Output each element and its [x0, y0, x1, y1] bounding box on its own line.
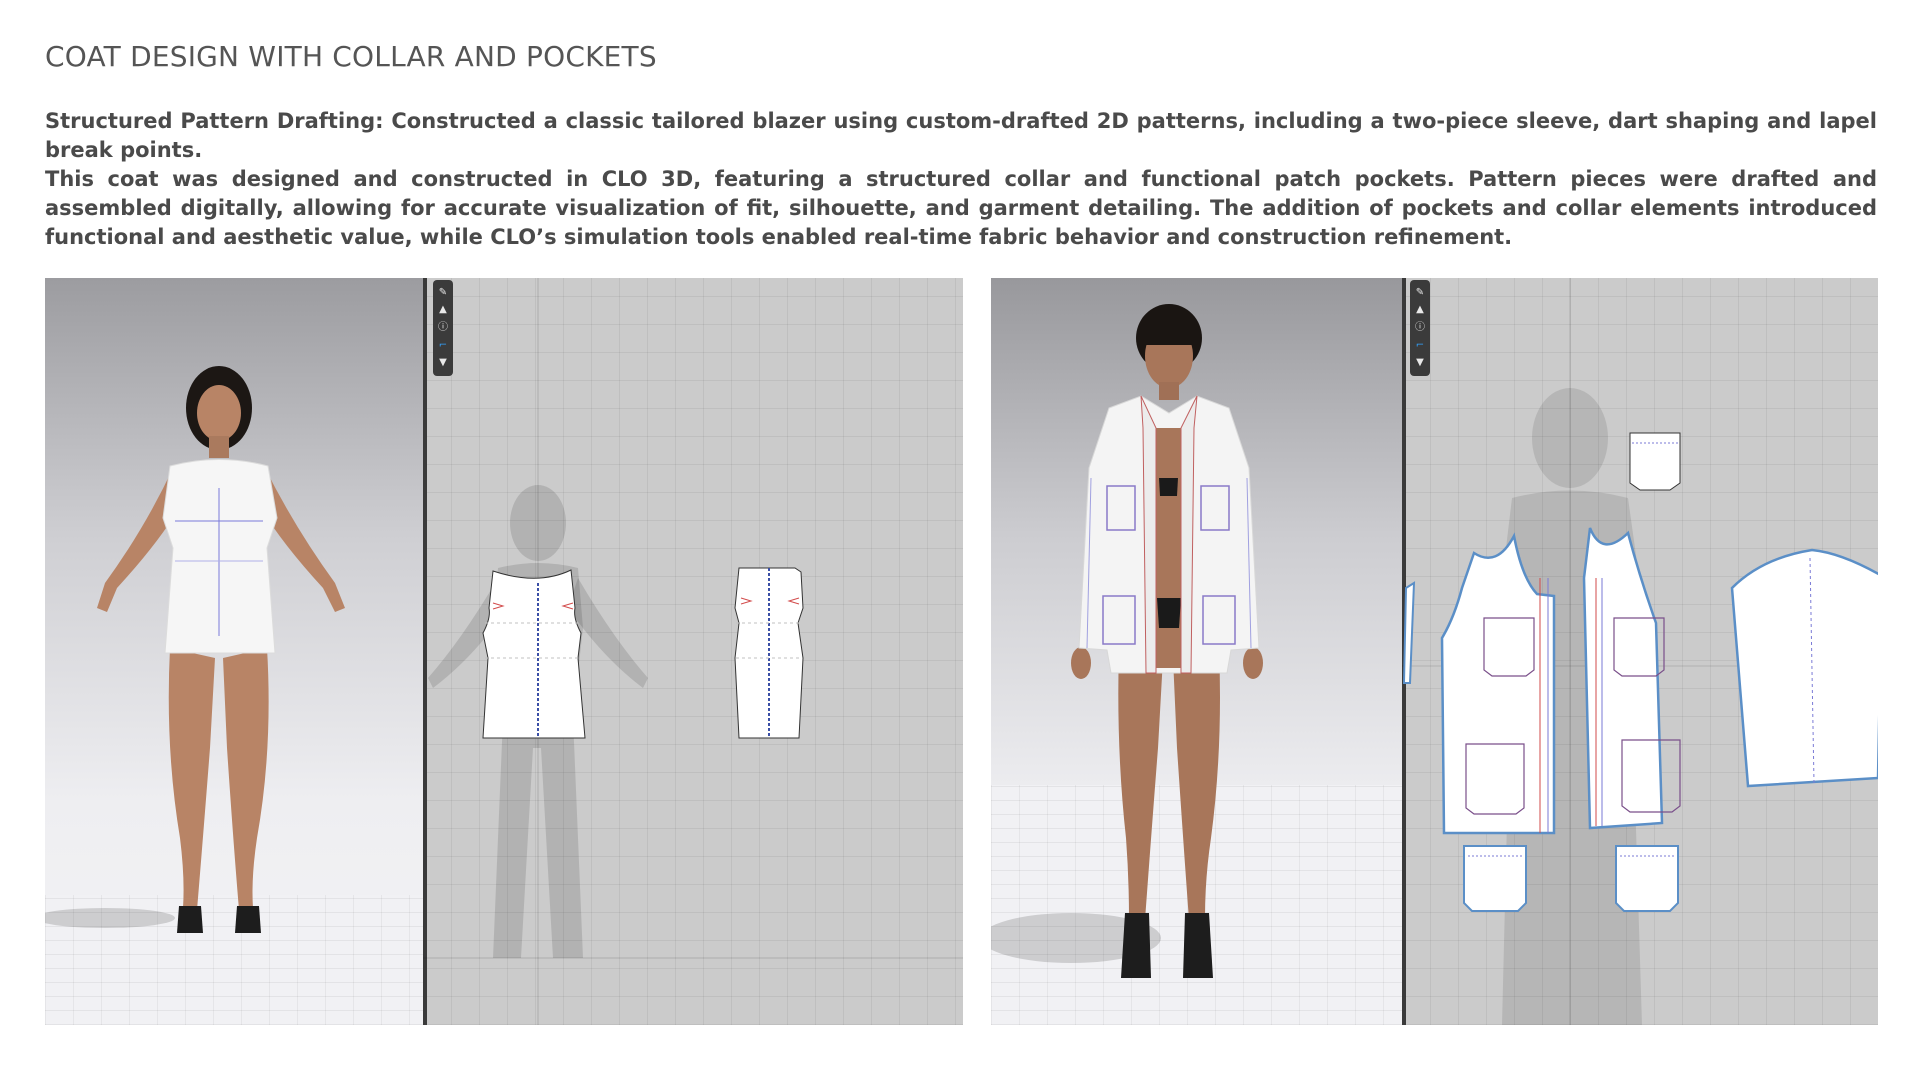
bodice-patterns: [423, 278, 963, 1025]
right-3d-viewport[interactable]: [991, 278, 1402, 1025]
coat-patterns: [1402, 278, 1878, 1025]
page-title: COAT DESIGN WITH COLLAR AND POCKETS: [45, 40, 657, 73]
right-2d-pattern-window[interactable]: ✎ ▲ ⓘ ⌐ ▼: [1402, 278, 1878, 1025]
description: Structured Pattern Drafting: Constructed…: [45, 107, 1877, 252]
left-2d-pattern-window[interactable]: ✎ ▲ ⓘ ⌐ ▼: [423, 278, 963, 1025]
description-paragraph-1: Structured Pattern Drafting: Constructed…: [45, 109, 1877, 162]
avatar-coat: [991, 304, 1263, 978]
description-paragraph-2: This coat was designed and constructed i…: [45, 167, 1877, 249]
left-3d-viewport[interactable]: [45, 278, 423, 1025]
avatar-basic-bodice: [45, 366, 345, 933]
